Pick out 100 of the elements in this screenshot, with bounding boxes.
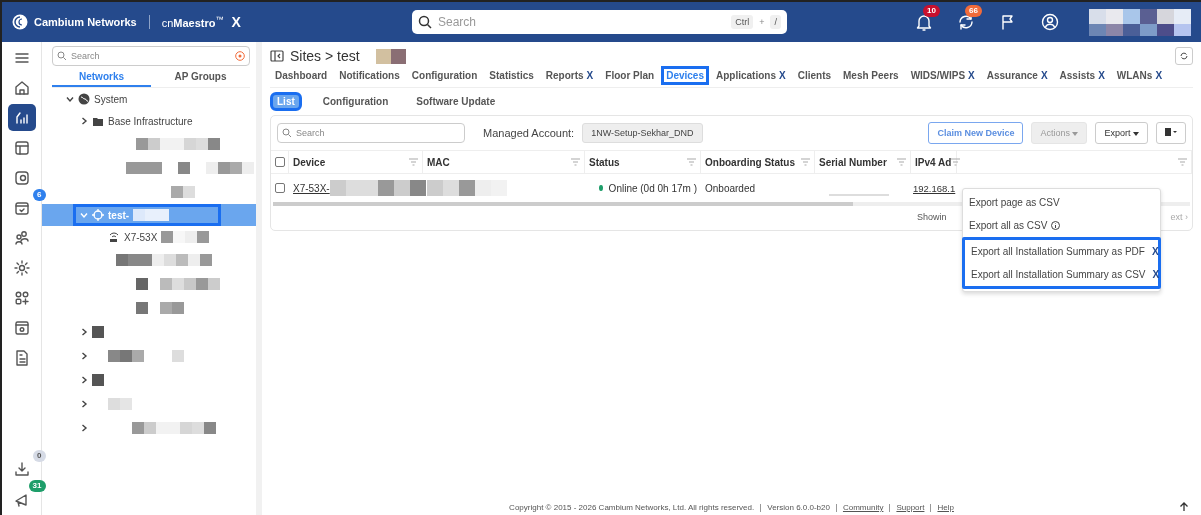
column-header: Device — [293, 156, 326, 168]
tab[interactable]: Floor Plan — [600, 66, 660, 85]
pixelated-block — [136, 278, 148, 290]
tree-label[interactable]: X7-53X — [124, 231, 158, 243]
pixelated-block — [136, 302, 148, 314]
count-badge: 31 — [28, 480, 46, 492]
settings-icon — [12, 258, 31, 277]
tab[interactable]: Assurance X — [981, 66, 1053, 85]
nav-item[interactable] — [12, 168, 31, 187]
search-field[interactable]: Search — [52, 46, 250, 66]
tab[interactable]: Software Update — [409, 92, 503, 111]
footer-link[interactable]: Community — [842, 503, 884, 512]
pixelated-block — [108, 350, 144, 362]
map-pin-icon — [12, 168, 31, 187]
tab[interactable]: Dashboard — [270, 66, 333, 85]
count-badge: 6 — [33, 189, 46, 201]
chevron-icon[interactable] — [80, 400, 88, 408]
footer-link[interactable]: Help — [937, 503, 954, 512]
layout-icon — [12, 138, 31, 157]
tab[interactable]: Assists X — [1054, 66, 1110, 85]
pixelated-block — [160, 278, 220, 290]
pixelated-block — [375, 48, 406, 64]
search-icon — [418, 15, 432, 29]
nav-item[interactable] — [7, 104, 36, 131]
window-icon — [12, 318, 31, 337]
breadcrumb: Sites > test — [290, 48, 360, 64]
chevron-icon[interactable] — [80, 117, 88, 125]
ip-link[interactable]: 192.168.1 — [913, 182, 956, 194]
checkbox[interactable] — [275, 157, 285, 167]
users-icon — [12, 228, 31, 247]
refresh-button[interactable] — [1175, 47, 1193, 65]
search-field[interactable]: Search — [277, 123, 465, 143]
column-header: Onboarding Status — [705, 156, 795, 168]
tab[interactable]: WIDS/WIPS X — [905, 66, 980, 85]
filter-icon[interactable] — [235, 51, 245, 61]
columns-button[interactable] — [1156, 122, 1186, 144]
pixelated-block — [108, 398, 132, 410]
bell-icon[interactable] — [915, 13, 933, 31]
chevron-icon[interactable] — [80, 328, 88, 336]
pixelated-block — [126, 162, 162, 174]
folder-icon — [92, 115, 104, 127]
brand-name: Cambium Networks — [34, 16, 137, 28]
nav-item[interactable] — [12, 78, 31, 97]
nav-item[interactable] — [12, 258, 31, 277]
collapse-panel-icon[interactable] — [270, 50, 284, 62]
scrollbar[interactable] — [273, 202, 853, 206]
tab[interactable]: Mesh Peers — [838, 66, 904, 85]
tab[interactable]: Devices — [661, 66, 709, 85]
tab[interactable]: Networks — [52, 68, 151, 87]
sync-icon[interactable] — [957, 13, 975, 31]
tab[interactable]: Configuration — [315, 92, 396, 111]
pixelated-block — [161, 231, 210, 243]
nav-item[interactable] — [12, 138, 31, 157]
tree-label[interactable]: Base Infrastructure — [108, 115, 193, 127]
tab[interactable]: Clients — [792, 66, 837, 85]
tab[interactable]: Configuration — [406, 66, 483, 85]
device-link[interactable]: X7-53X- — [293, 182, 330, 194]
search-placeholder: Search — [71, 51, 101, 61]
menu-item[interactable]: Export page as CSV — [963, 191, 1160, 214]
count-badge: 66 — [965, 5, 982, 17]
nav-item[interactable] — [12, 228, 31, 247]
product-suffix: X — [231, 14, 241, 30]
tab[interactable]: Applications X — [711, 66, 791, 85]
account-field[interactable]: 1NW-Setup-Sekhar_DND — [582, 123, 703, 143]
search-icon — [57, 51, 67, 61]
tab[interactable]: WLANs X — [1111, 66, 1168, 85]
tree-row[interactable]: System — [52, 88, 250, 110]
column-header: IPv4 Ad — [915, 156, 952, 168]
pixelated-block — [172, 350, 184, 362]
copyright-text: Copyright © 2015 - 2026 Cambium Networks, Ltd. All rights reserved. — [509, 503, 755, 512]
chevron-icon[interactable] — [80, 376, 88, 384]
dropdown-button[interactable]: Export — [1095, 122, 1148, 144]
count-badge: 0 — [33, 450, 46, 462]
tab[interactable]: AP Groups — [151, 68, 250, 87]
tree-row[interactable]: Base Infrastructure — [52, 110, 250, 132]
download-icon[interactable] — [12, 459, 31, 478]
up-arrow-icon[interactable] — [1179, 502, 1189, 512]
table-cell: Online (0d 0h 17m ) — [608, 182, 697, 194]
pixelated-block — [178, 162, 190, 174]
tab[interactable]: Reports X — [540, 66, 599, 85]
field-label: Managed Account: — [483, 127, 575, 139]
nav-item[interactable] — [12, 318, 31, 337]
table-cell-text: Onboarded — [704, 181, 757, 196]
pixelated-block — [171, 186, 195, 198]
search-placeholder: Search — [296, 128, 325, 138]
chevron-icon[interactable] — [80, 352, 88, 360]
chevron-down-icon[interactable] — [66, 95, 74, 103]
tree-label[interactable]: System — [94, 93, 128, 105]
tab[interactable]: Statistics — [484, 66, 539, 85]
search-field[interactable]: Search Ctrl + / — [412, 10, 787, 34]
tab[interactable]: Notifications — [334, 66, 405, 85]
checkbox[interactable] — [275, 183, 285, 193]
chevron-icon[interactable] — [80, 424, 88, 432]
version-text: Version 6.0.0-b20 — [767, 503, 830, 512]
user-icon[interactable] — [1041, 13, 1059, 31]
footer-link[interactable]: Support — [896, 503, 925, 512]
menu-item[interactable]: Export all as CSV — [963, 214, 1160, 237]
count-badge: 10 — [923, 5, 940, 17]
tree-row[interactable]: X7-53X — [52, 226, 250, 248]
crosshair-icon — [92, 209, 104, 221]
